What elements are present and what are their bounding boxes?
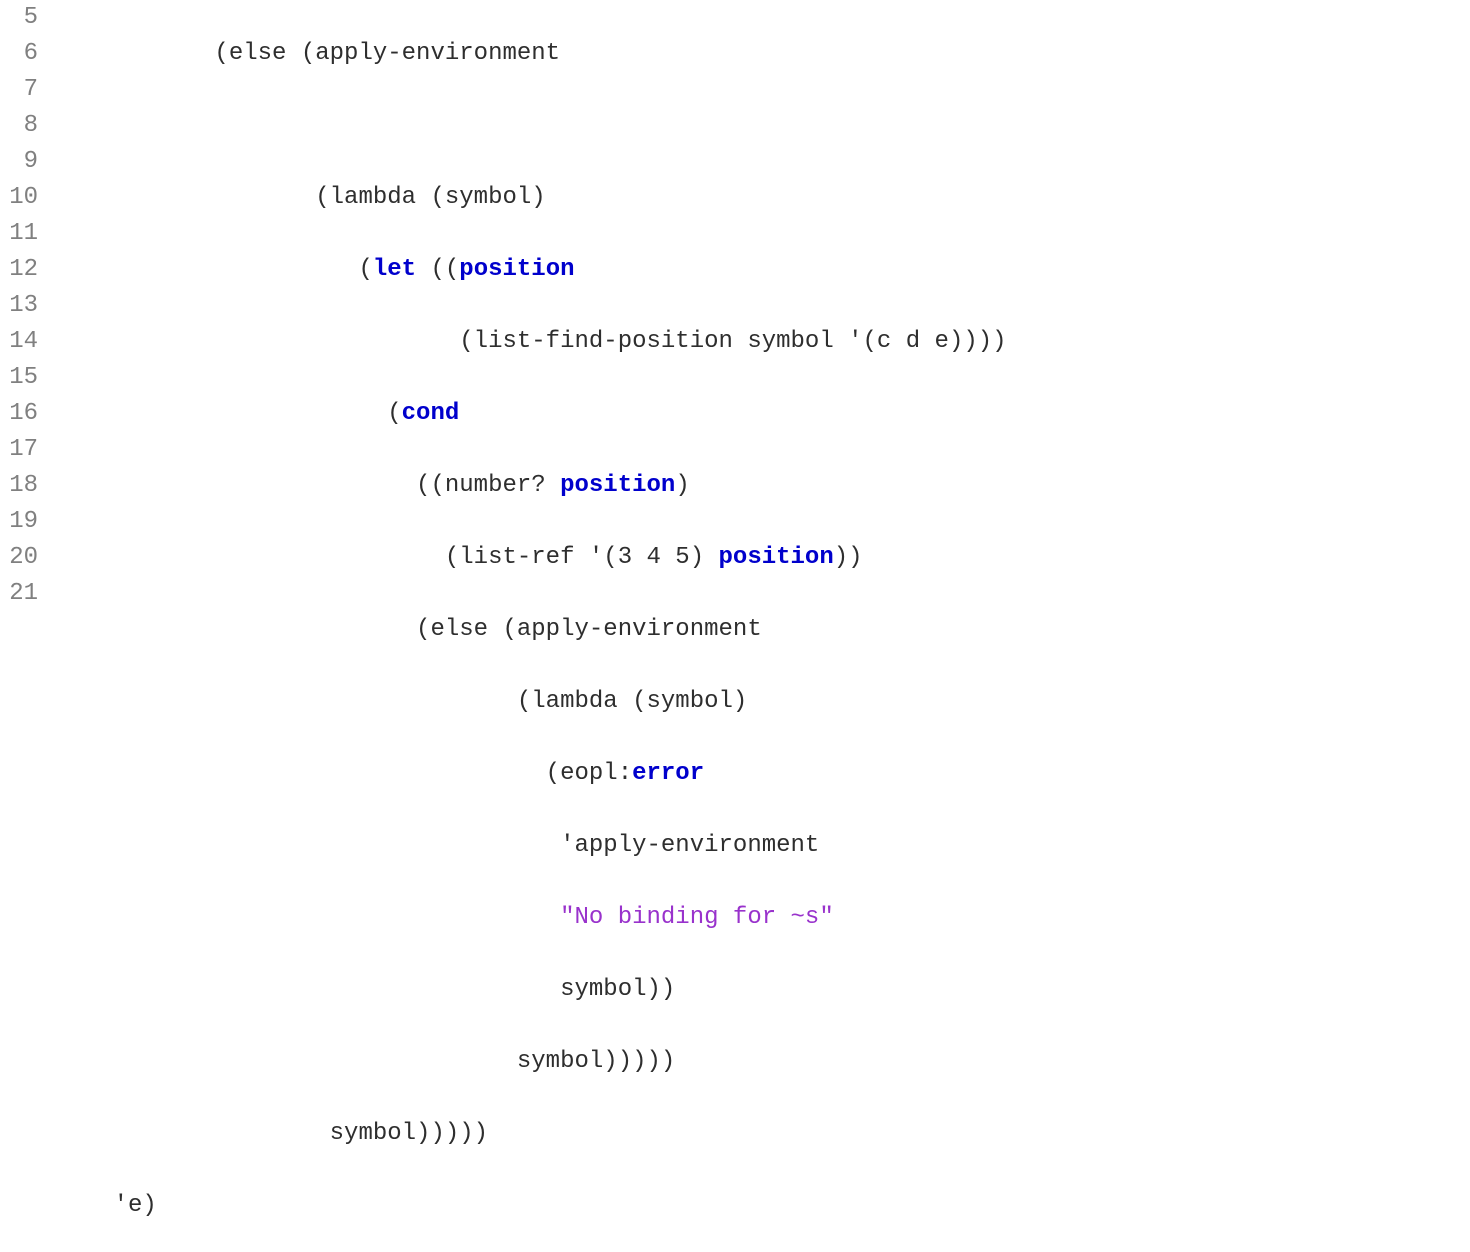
- line-number: 16: [0, 396, 38, 432]
- code-text: symbol))))): [56, 1048, 675, 1075]
- code-text: ((: [416, 256, 459, 283]
- code-text: symbol)): [56, 976, 675, 1003]
- code-text: (eopl:: [56, 760, 632, 787]
- line-number: 15: [0, 360, 38, 396]
- line-number: 18: [0, 468, 38, 504]
- code-line: "No binding for ~s": [56, 900, 1007, 936]
- code-text: 'apply-environment: [56, 832, 819, 859]
- code-text: (: [56, 256, 373, 283]
- code-line: symbol)): [56, 972, 1007, 1008]
- line-number: 5: [0, 0, 38, 36]
- code-line: symbol))))): [56, 1116, 1007, 1152]
- code-line: (list-find-position symbol '(c d e)))): [56, 324, 1007, 360]
- line-number: 20: [0, 540, 38, 576]
- keyword-let: let: [373, 256, 416, 283]
- identifier-position: position: [719, 544, 834, 571]
- line-number: 11: [0, 216, 38, 252]
- code-text: (lambda (symbol): [56, 184, 546, 211]
- code-text: (else (apply-environment: [56, 40, 560, 67]
- code-text: (lambda (symbol): [56, 688, 747, 715]
- identifier-position: position: [459, 256, 574, 283]
- keyword-cond: cond: [402, 400, 460, 427]
- code-line: (else (apply-environment: [56, 612, 1007, 648]
- line-number: 9: [0, 144, 38, 180]
- line-number: 21: [0, 576, 38, 612]
- code-text: (list-find-position symbol '(c d e)))): [56, 328, 1007, 355]
- code-content: (else (apply-environment (lambda (symbol…: [56, 0, 1007, 1252]
- line-number: 12: [0, 252, 38, 288]
- code-line: (lambda (symbol): [56, 684, 1007, 720]
- code-text: 'e): [56, 1192, 157, 1219]
- code-line: (cond: [56, 396, 1007, 432]
- line-number: 7: [0, 72, 38, 108]
- string-literal: "No binding for ~s": [56, 904, 834, 931]
- code-text: )): [834, 544, 863, 571]
- code-line: (else (apply-environment: [56, 36, 1007, 72]
- code-text: ): [675, 472, 689, 499]
- line-number: 14: [0, 324, 38, 360]
- line-number: 8: [0, 108, 38, 144]
- line-number: 10: [0, 180, 38, 216]
- code-text: (else (apply-environment: [56, 616, 762, 643]
- code-block: 5 6 7 8 9 10 11 12 13 14 15 16 17 18 19 …: [0, 0, 1470, 1252]
- code-line: [56, 108, 1007, 144]
- code-line: (lambda (symbol): [56, 180, 1007, 216]
- code-text: symbol))))): [56, 1120, 488, 1147]
- line-number: 17: [0, 432, 38, 468]
- code-line: (list-ref '(3 4 5) position)): [56, 540, 1007, 576]
- line-number: 6: [0, 36, 38, 72]
- line-number: 13: [0, 288, 38, 324]
- code-text: [56, 112, 70, 139]
- code-line: ((number? position): [56, 468, 1007, 504]
- code-text: (list-ref '(3 4 5): [56, 544, 719, 571]
- identifier-error: error: [632, 760, 704, 787]
- code-line: 'e): [56, 1188, 1007, 1224]
- code-line: 'apply-environment: [56, 828, 1007, 864]
- code-line: (let ((position: [56, 252, 1007, 288]
- line-number: 19: [0, 504, 38, 540]
- line-number-gutter: 5 6 7 8 9 10 11 12 13 14 15 16 17 18 19 …: [0, 0, 56, 1252]
- code-line: (eopl:error: [56, 756, 1007, 792]
- identifier-position: position: [560, 472, 675, 499]
- code-text: (: [56, 400, 402, 427]
- code-text: ((number?: [56, 472, 560, 499]
- code-line: symbol))))): [56, 1044, 1007, 1080]
